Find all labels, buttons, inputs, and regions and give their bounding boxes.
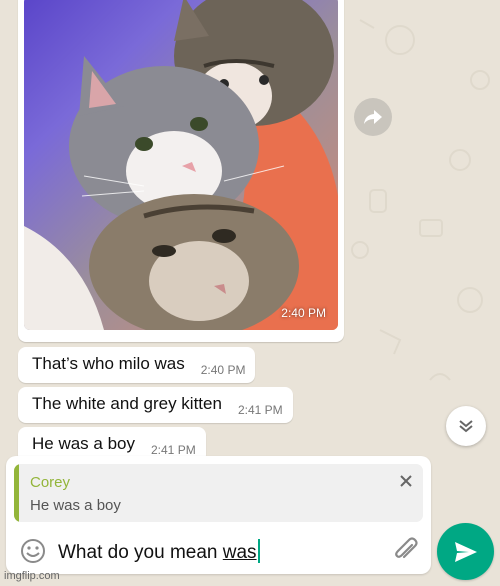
reply-sender-name: Corey	[30, 474, 71, 491]
message-text: The white and grey kitten	[32, 394, 222, 413]
reply-accent-bar	[14, 464, 19, 522]
reply-preview[interactable]: Corey He was a boy	[14, 464, 423, 522]
forward-icon	[364, 110, 382, 124]
message-text: That’s who milo was	[32, 354, 185, 373]
message-composer: Corey He was a boy What do you mean was	[6, 456, 431, 574]
spellcheck-word: was	[222, 542, 257, 563]
paperclip-icon[interactable]	[392, 536, 420, 564]
close-icon	[400, 475, 412, 487]
chevron-down-icon	[459, 420, 473, 433]
kittens-photo[interactable]: 2:40 PM	[24, 0, 338, 330]
close-reply-button[interactable]	[397, 472, 415, 490]
send-button[interactable]	[437, 523, 494, 580]
message-time: 2:41 PM	[151, 443, 196, 457]
scroll-to-bottom-button[interactable]	[446, 406, 486, 446]
message-time: 2:40 PM	[200, 363, 246, 377]
send-icon	[454, 541, 477, 562]
forward-button[interactable]	[354, 98, 392, 136]
image-timestamp: 2:40 PM	[281, 306, 326, 320]
message-bubble[interactable]: That’s who milo was 2:40 PM	[18, 347, 256, 383]
reply-quoted-text: He was a boy	[30, 497, 121, 514]
message-bubble[interactable]: The white and grey kitten 2:41 PM	[18, 387, 293, 423]
emoji-icon[interactable]	[20, 538, 46, 564]
watermark: imgflip.com	[4, 570, 60, 582]
message-text: He was a boy	[32, 434, 135, 453]
kittens-illustration	[24, 0, 338, 330]
text-caret	[257, 539, 260, 563]
message-time: 2:41 PM	[237, 403, 283, 417]
image-message-bubble[interactable]: 2:40 PM	[18, 0, 344, 342]
message-input[interactable]: What do you mean was	[58, 539, 260, 564]
typed-text: What do you mean	[58, 542, 223, 563]
